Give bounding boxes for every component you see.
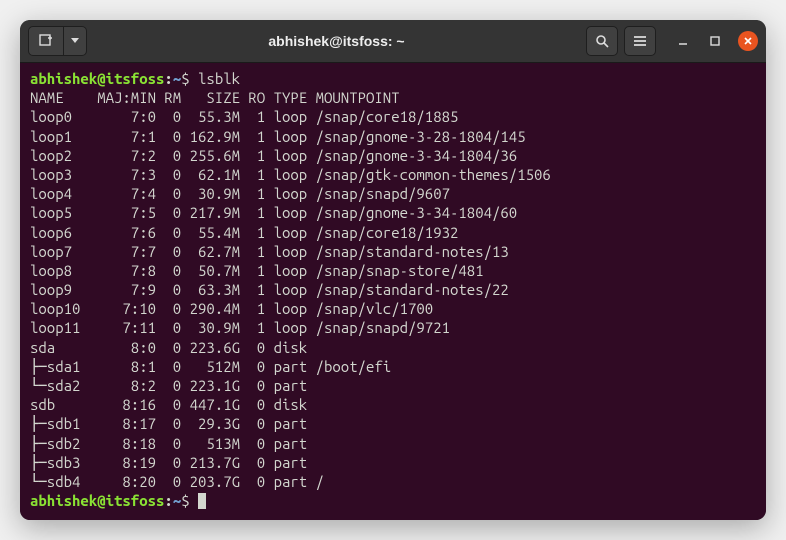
prompt-line: abhishek@itsfoss:~$ lsblk — [30, 70, 240, 87]
prompt-userhost: abhishek@itsfoss — [30, 492, 164, 509]
minimize-icon — [677, 35, 689, 47]
titlebar-left-group — [28, 26, 87, 56]
hamburger-icon — [633, 35, 647, 47]
window-controls — [674, 31, 758, 51]
close-button[interactable] — [738, 31, 758, 51]
prompt-line-2: abhishek@itsfoss:~$ — [30, 492, 206, 509]
titlebar-right-group — [586, 26, 758, 56]
search-icon — [595, 34, 609, 48]
terminal-body[interactable]: abhishek@itsfoss:~$ lsblk NAME MAJ:MIN R… — [20, 63, 766, 520]
search-button[interactable] — [586, 26, 618, 56]
prompt-colon: : — [164, 492, 172, 509]
prompt-colon: : — [164, 70, 172, 87]
maximize-icon — [710, 36, 720, 46]
close-icon — [743, 36, 753, 46]
prompt-symbol: $ — [181, 70, 189, 87]
command-output: NAME MAJ:MIN RM SIZE RO TYPE MOUNTPOINT … — [30, 89, 551, 490]
new-tab-dropdown-button[interactable] — [64, 26, 87, 56]
prompt-path: ~ — [173, 492, 181, 509]
maximize-button[interactable] — [706, 32, 724, 50]
menu-button[interactable] — [624, 26, 656, 56]
prompt-symbol: $ — [181, 492, 189, 509]
prompt-path: ~ — [173, 70, 181, 87]
window-title: abhishek@itsfoss: ~ — [87, 33, 586, 49]
minimize-button[interactable] — [674, 32, 692, 50]
titlebar: abhishek@itsfoss: ~ — [20, 20, 766, 63]
new-tab-icon — [39, 34, 53, 48]
chevron-down-icon — [71, 38, 79, 44]
prompt-userhost: abhishek@itsfoss — [30, 70, 164, 87]
cursor — [198, 493, 206, 509]
new-tab-button[interactable] — [28, 26, 64, 56]
command-input: lsblk — [198, 70, 240, 87]
terminal-window: abhishek@itsfoss: ~ — [20, 20, 766, 520]
